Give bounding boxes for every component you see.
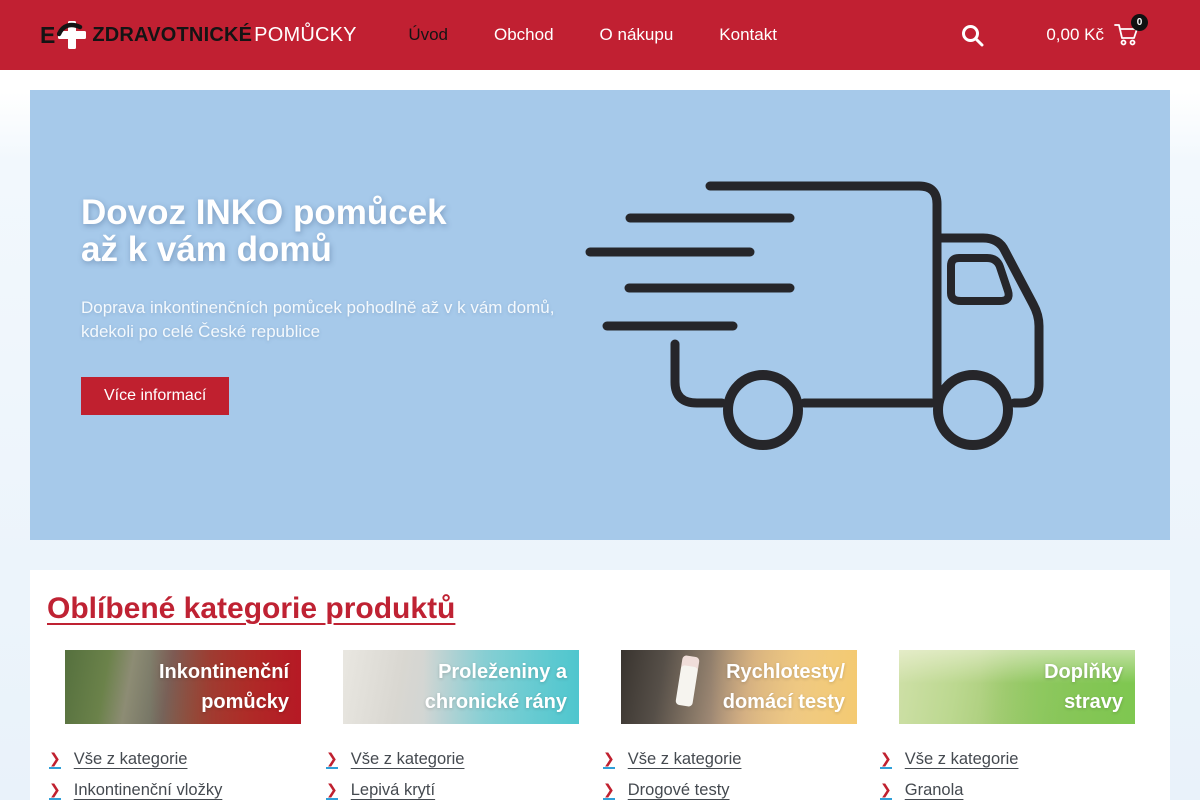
card-title: Proleženiny a chronické rány (425, 657, 579, 717)
logo-text-bold: ZDRAVOTNICKÉ (92, 24, 252, 47)
site-logo[interactable]: E ZDRAVOTNICKÉPOMŮCKY (40, 20, 357, 50)
link-column-4: ❯ Vše z kategorie ❯ Granola (880, 750, 1151, 800)
category-card-inkontinencni-pomucky[interactable]: Inkontinenční pomůcky (65, 650, 301, 724)
list-item: ❯ Drogové testy (603, 781, 874, 800)
link-inkontinencni-vlozky[interactable]: Inkontinenční vložky (74, 781, 223, 800)
link-column-1: ❯ Vše z kategorie ❯ Inkontinenční vložky (49, 750, 320, 800)
hero-title: Dovoz INKO pomůcek až k vám domů (81, 194, 601, 268)
logo-letter: E (40, 22, 54, 49)
card-title: Rychlotesty/ domácí testy (723, 657, 857, 717)
section-heading-link[interactable]: Oblíbené kategorie produktů (47, 592, 455, 626)
header: E ZDRAVOTNICKÉPOMŮCKY Úvod Obchod O náku… (0, 0, 1200, 70)
chevron-right-icon: ❯ (326, 782, 338, 800)
chevron-right-icon: ❯ (49, 782, 61, 800)
nav-item-kontakt[interactable]: Kontakt (719, 25, 777, 45)
cart-count-badge: 0 (1131, 14, 1148, 31)
category-links-grid: ❯ Vše z kategorie ❯ Inkontinenční vložky… (47, 750, 1153, 800)
list-item: ❯ Inkontinenční vložky (49, 781, 320, 800)
category-cards-row: Inkontinenční pomůcky Proleženiny a chro… (47, 650, 1153, 724)
cart-button[interactable]: 0,00 Kč 0 (1046, 23, 1140, 47)
list-item: ❯ Vše z kategorie (326, 750, 597, 769)
card-title: Doplňky stravy (1044, 657, 1135, 717)
chevron-right-icon: ❯ (603, 782, 615, 800)
medical-cross-icon (57, 20, 87, 50)
header-right: 0,00 Kč 0 (961, 23, 1140, 47)
card-title: Inkontinenční pomůcky (159, 657, 301, 717)
category-card-rychlotesty[interactable]: Rychlotesty/ domácí testy (621, 650, 857, 724)
hero-subtitle: Doprava inkontinenčních pomůcek pohodlně… (81, 296, 601, 344)
nav-item-o-nakupu[interactable]: O nákupu (600, 25, 674, 45)
list-item: ❯ Vše z kategorie (880, 750, 1151, 769)
chevron-right-icon: ❯ (880, 782, 892, 800)
link-vse-z-kategorie-4[interactable]: Vše z kategorie (905, 750, 1019, 769)
list-item: ❯ Granola (880, 781, 1151, 800)
link-lepiva-kryti[interactable]: Lepivá krytí (351, 781, 435, 800)
link-column-2: ❯ Vše z kategorie ❯ Lepivá krytí (326, 750, 597, 800)
nav-item-uvod[interactable]: Úvod (408, 25, 448, 45)
chevron-right-icon: ❯ (326, 751, 338, 769)
link-vse-z-kategorie-2[interactable]: Vše z kategorie (351, 750, 465, 769)
rapid-test-image-detail (675, 655, 700, 707)
delivery-truck-icon (585, 176, 1115, 466)
link-vse-z-kategorie-3[interactable]: Vše z kategorie (628, 750, 742, 769)
nav-item-obchod[interactable]: Obchod (494, 25, 554, 45)
link-column-3: ❯ Vše z kategorie ❯ Drogové testy (603, 750, 874, 800)
more-info-button[interactable]: Více informací (81, 377, 229, 415)
list-item: ❯ Lepivá krytí (326, 781, 597, 800)
chevron-right-icon: ❯ (880, 751, 892, 769)
list-item: ❯ Vše z kategorie (603, 750, 874, 769)
chevron-right-icon: ❯ (49, 751, 61, 769)
search-icon[interactable] (961, 24, 984, 47)
main-nav: Úvod Obchod O nákupu Kontakt (408, 25, 777, 45)
link-vse-z-kategorie-1[interactable]: Vše z kategorie (74, 750, 188, 769)
link-granola[interactable]: Granola (905, 781, 964, 800)
list-item: ❯ Vše z kategorie (49, 750, 320, 769)
chevron-right-icon: ❯ (603, 751, 615, 769)
cart-total: 0,00 Kč (1046, 25, 1104, 45)
hero-banner: Dovoz INKO pomůcek až k vám domů Doprava… (30, 90, 1170, 540)
category-card-prolezeniny[interactable]: Proleženiny a chronické rány (343, 650, 579, 724)
popular-categories-section: Oblíbené kategorie produktů Inkontinenčn… (30, 570, 1170, 800)
logo-text-light: POMŮCKY (254, 24, 357, 47)
category-card-doplnky-stravy[interactable]: Doplňky stravy (899, 650, 1135, 724)
link-drogove-testy[interactable]: Drogové testy (628, 781, 730, 800)
